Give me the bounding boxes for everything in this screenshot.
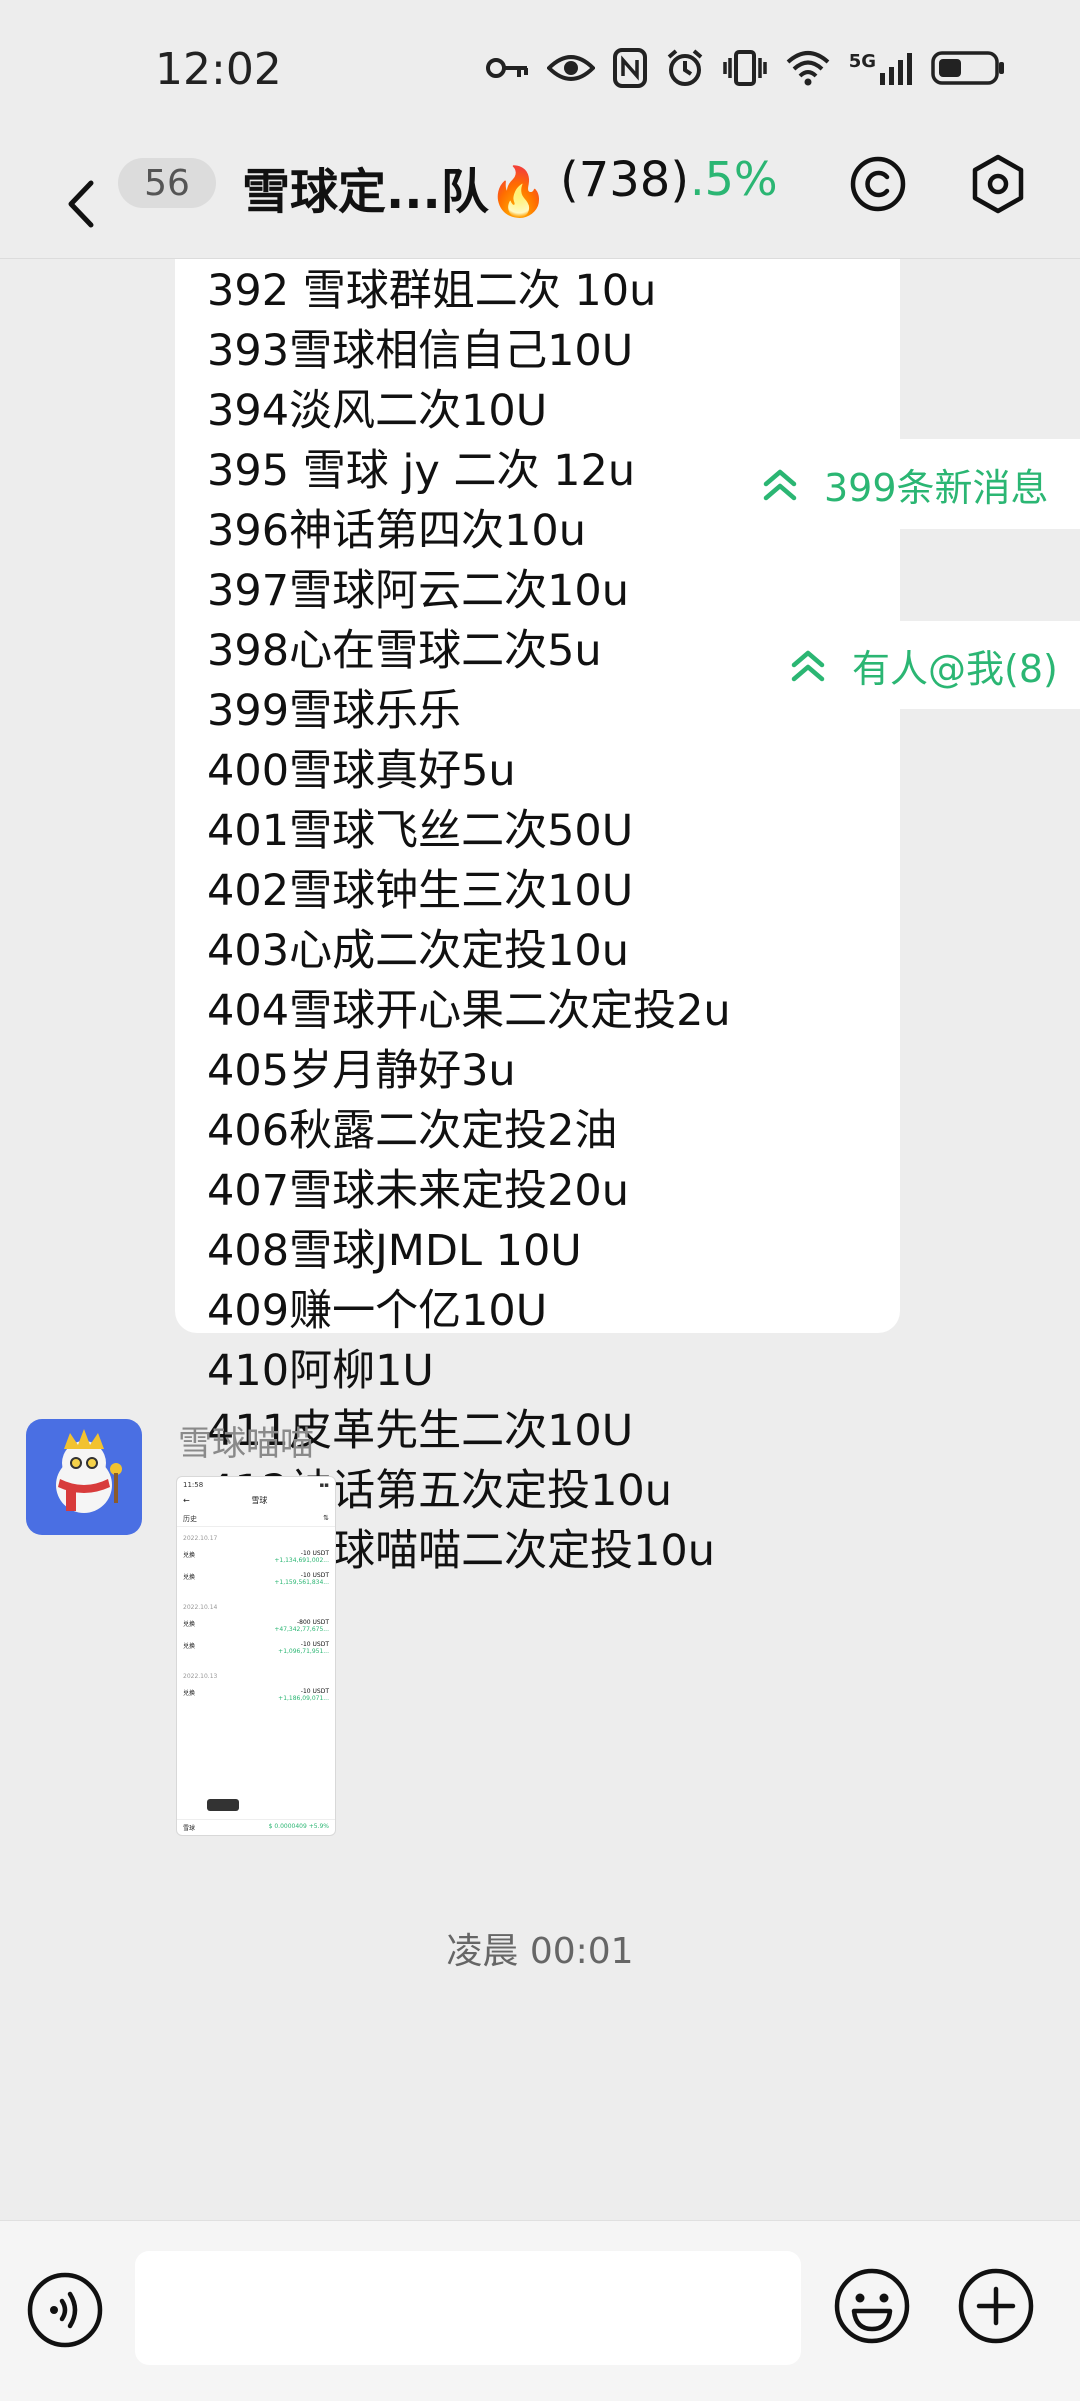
- text-message-bubble[interactable]: 392 雪球群姐二次 10u 393雪球相信自己10U 394淡风二次10U 3…: [175, 259, 900, 1576]
- emoji-button[interactable]: [833, 2267, 911, 2345]
- message-line: 392 雪球群姐二次 10u: [207, 266, 657, 316]
- thumb-row: 兑换 -10 USDT +1,096,71,951...: [183, 1641, 329, 1655]
- voice-input-button[interactable]: [26, 2271, 104, 2349]
- message-line: 402雪球钟生三次10U: [207, 866, 634, 916]
- status-bar: 12:02 5G: [0, 0, 1080, 150]
- eye-icon: [546, 55, 595, 81]
- signal-5g-icon: 5G: [849, 51, 913, 85]
- message-line: 410阿柳1U: [207, 1346, 434, 1396]
- alarm-icon: [667, 49, 702, 86]
- chat-title[interactable]: 雪球定...队🔥: [242, 152, 548, 222]
- thumb-date: 2022.10.13: [183, 1673, 218, 1680]
- thumb-row: 兑换 -10 USDT +1,186,09,071...: [183, 1688, 329, 1702]
- screenshot-image-message[interactable]: 11:58 ▪▪ ← 雪球 历史 ⇅ 2022.10.17 兑换 -10 USDT +…: [176, 1476, 336, 1836]
- new-messages-pill[interactable]: 399条新消息: [732, 439, 1080, 529]
- avatar[interactable]: [26, 1419, 142, 1535]
- hexagon-settings-icon: [972, 154, 1024, 214]
- key-icon: [485, 58, 528, 78]
- emoji-icon: [834, 2268, 910, 2344]
- nfc-icon: [612, 48, 647, 88]
- status-time: 12:02: [155, 44, 282, 95]
- message-line: 403心成二次定投10u: [207, 926, 630, 976]
- message-line: 405岁月静好3u: [207, 1046, 516, 1096]
- back-button[interactable]: [50, 160, 110, 248]
- message-line: 407雪球未来定投20u: [207, 1166, 630, 1216]
- message-line: 394淡风二次10U: [207, 386, 548, 436]
- settings-button[interactable]: [958, 144, 1038, 224]
- message-line: 406秋露二次定投2油: [207, 1106, 618, 1156]
- status-icons: 5G: [485, 48, 1005, 88]
- more-options-button[interactable]: [957, 2267, 1035, 2345]
- thumb-row: 兑换 -10 USDT +1,134,691,002...: [183, 1550, 329, 1564]
- message-line: 401雪球飞丝二次50U: [207, 806, 634, 856]
- thumb-status-icons: ▪▪: [319, 1481, 330, 1489]
- thumb-toast: [207, 1799, 239, 1811]
- copyright-button[interactable]: [838, 144, 918, 224]
- new-messages-label: 399条新消息: [824, 465, 1049, 510]
- thumb-time: 11:58: [183, 1481, 204, 1489]
- thumb-filter-icon: ⇅: [323, 1514, 329, 1522]
- thumb-title: 雪球: [251, 1496, 268, 1505]
- thumb-back-icon: ←: [183, 1496, 190, 1505]
- chat-header: 56 雪球定...队🔥 (738) .5%: [0, 150, 1080, 259]
- thumb-row: 兑换 -800 USDT +47,342,77,675...: [183, 1619, 329, 1633]
- thumb-section: 历史: [183, 1515, 197, 1523]
- voice-icon: [27, 2272, 103, 2348]
- message-line: 393雪球相信自己10U: [207, 326, 634, 376]
- wifi-icon: [786, 51, 830, 86]
- mention-label: 有人@我(8): [852, 646, 1058, 691]
- mention-pill[interactable]: 有人@我(8): [760, 621, 1080, 709]
- message-input[interactable]: [135, 2251, 801, 2365]
- message-timestamp: 凌晨 00:01: [446, 1931, 634, 1972]
- message-line: 404雪球开心果二次定投2u: [207, 986, 731, 1036]
- percent-indicator: .5%: [690, 152, 778, 206]
- message-line: 408雪球JMDL 10U: [207, 1226, 582, 1276]
- network-label: 5G: [848, 51, 876, 72]
- thumb-row: 兑换 -10 USDT +1,159,561,834...: [183, 1572, 329, 1586]
- vibrate-icon: [722, 50, 767, 86]
- message-line: 400雪球真好5u: [207, 746, 516, 796]
- chevron-left-icon: [68, 180, 94, 228]
- thumb-date: 2022.10.14: [183, 1604, 218, 1611]
- double-chevron-up-icon: [760, 464, 800, 504]
- thumb-footer-right: $ 0.0000409 +5.9%: [268, 1823, 329, 1830]
- sender-name: 雪球喵喵: [178, 1424, 314, 1464]
- copyright-icon: [850, 156, 906, 212]
- thumb-date: 2022.10.17: [183, 1535, 218, 1542]
- input-bar: [0, 2220, 1080, 2401]
- battery-icon: [931, 51, 1004, 85]
- unread-count-badge[interactable]: 56: [118, 158, 216, 208]
- member-count: (738): [560, 152, 690, 208]
- thumb-footer-left: 雪球: [183, 1825, 196, 1832]
- plus-icon: [958, 2268, 1034, 2344]
- message-line: 397雪球阿云二次10u: [207, 566, 630, 616]
- message-line: 409赚一个亿10U: [207, 1286, 548, 1336]
- double-chevron-up-icon: [788, 645, 828, 685]
